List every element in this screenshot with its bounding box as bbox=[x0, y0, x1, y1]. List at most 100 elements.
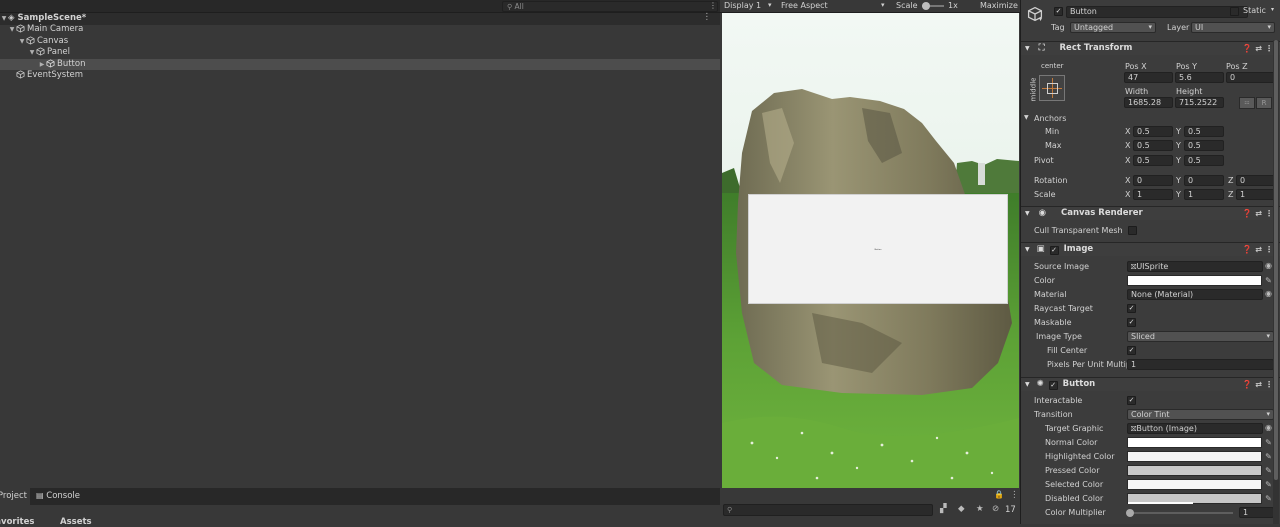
scale-y-field[interactable]: 1 bbox=[1184, 189, 1224, 200]
pivot-y-field[interactable]: 0.5 bbox=[1184, 155, 1224, 166]
eyedropper-icon[interactable]: ✎ bbox=[1264, 465, 1273, 476]
raycast-target-checkbox[interactable]: ✓ bbox=[1127, 304, 1136, 313]
eyedropper-icon[interactable]: ✎ bbox=[1264, 479, 1273, 490]
canvas-renderer-header[interactable]: ▼ ◉ Canvas Renderer ❓⇄⋮ bbox=[1021, 206, 1280, 220]
target-graphic-field[interactable]: ⛝Button (Image) bbox=[1127, 423, 1263, 434]
expand-arrow-icon[interactable]: ▼ bbox=[28, 47, 36, 59]
object-picker-icon[interactable]: ◉ bbox=[1265, 262, 1272, 270]
image-enabled-checkbox[interactable]: ✓ bbox=[1049, 246, 1059, 255]
height-field[interactable]: 715.2522 bbox=[1175, 97, 1224, 108]
object-picker-icon[interactable]: ◉ bbox=[1265, 424, 1272, 432]
cull-transparent-mesh-checkbox[interactable] bbox=[1128, 226, 1137, 235]
source-image-field[interactable]: ⛝UISprite bbox=[1127, 261, 1263, 272]
image-header[interactable]: ▼ ▣ ✓ Image ❓⇄⋮ bbox=[1021, 242, 1280, 256]
inspector-scrollbar[interactable] bbox=[1273, 40, 1279, 524]
hierarchy-item-button[interactable]: ▶ Button bbox=[0, 58, 720, 71]
blueprint-mode-button[interactable]: ⚏ bbox=[1239, 97, 1255, 109]
button-enabled-checkbox[interactable]: ✓ bbox=[1048, 381, 1058, 390]
pressed-color-swatch[interactable] bbox=[1127, 465, 1262, 476]
expand-arrow-icon[interactable]: ▼ bbox=[8, 24, 16, 36]
rotation-x-field[interactable]: 0 bbox=[1133, 175, 1173, 186]
help-icon[interactable]: ❓ bbox=[1242, 380, 1255, 389]
hierarchy-search-input[interactable]: ⚲ All bbox=[502, 1, 718, 12]
pivot-x-field[interactable]: 0.5 bbox=[1133, 155, 1173, 166]
anchor-max-x-field[interactable]: 0.5 bbox=[1133, 140, 1173, 151]
hierarchy-item-canvas[interactable]: ▼ Canvas bbox=[0, 36, 720, 48]
rotation-y-field[interactable]: 0 bbox=[1184, 175, 1224, 186]
foldout-arrow-icon[interactable]: ▼ bbox=[1025, 46, 1030, 52]
hierarchy-item-main-camera[interactable]: ▼ Main Camera bbox=[0, 24, 720, 36]
eyedropper-icon[interactable]: ✎ bbox=[1264, 275, 1273, 286]
color-multiplier-slider[interactable] bbox=[1126, 509, 1233, 517]
image-type-dropdown[interactable]: Sliced bbox=[1127, 331, 1274, 342]
eyedropper-icon[interactable]: ✎ bbox=[1264, 437, 1273, 448]
help-icon[interactable]: ❓ bbox=[1242, 44, 1255, 53]
anchor-max-y-field[interactable]: 0.5 bbox=[1184, 140, 1224, 151]
button-component-header[interactable]: ▼ ✺ ✓ Button ❓⇄⋮ bbox=[1021, 377, 1280, 391]
rect-transform-header[interactable]: ▼ ⛶ Rect Transform ❓⇄⋮ bbox=[1021, 41, 1280, 55]
normal-color-swatch[interactable] bbox=[1127, 437, 1262, 448]
lock-icon[interactable]: 🔒 bbox=[994, 491, 1004, 499]
scale-slider[interactable] bbox=[922, 2, 944, 10]
layer-dropdown[interactable]: UI bbox=[1191, 22, 1275, 33]
assets-section[interactable]: Assets bbox=[60, 517, 92, 527]
expand-arrow-icon[interactable]: ▼ bbox=[18, 36, 26, 48]
preset-icon[interactable]: ⇄ bbox=[1255, 44, 1265, 53]
hierarchy-item-eventsystem[interactable]: EventSystem bbox=[0, 70, 720, 82]
favorite-star-icon[interactable]: ★ bbox=[976, 505, 984, 514]
hierarchy-scene-row[interactable]: ▼ ◈ SampleScene* ⋮ bbox=[0, 13, 720, 25]
help-icon[interactable]: ❓ bbox=[1242, 209, 1255, 218]
dropdown-arrow-icon[interactable]: ▾ bbox=[1271, 7, 1274, 13]
tag-dropdown[interactable]: Untagged bbox=[1070, 22, 1156, 33]
foldout-arrow-icon[interactable]: ▼ bbox=[1025, 382, 1030, 388]
tab-console[interactable]: ▤ Console bbox=[36, 491, 80, 501]
scale-slider-handle[interactable] bbox=[922, 2, 930, 10]
anchor-min-x-field[interactable]: 0.5 bbox=[1133, 126, 1173, 137]
ppu-field[interactable]: 1 bbox=[1127, 359, 1274, 370]
ui-button[interactable]: Button bbox=[748, 194, 1008, 304]
more-menu-icon[interactable]: ⋮ bbox=[709, 2, 717, 10]
expand-arrow-icon[interactable]: ▼ bbox=[0, 13, 8, 25]
material-field[interactable]: None (Material) bbox=[1127, 289, 1263, 300]
pos-z-field[interactable]: 0 bbox=[1226, 72, 1275, 83]
object-name-field[interactable]: Button bbox=[1066, 6, 1248, 18]
color-multiplier-field[interactable]: 1 bbox=[1239, 507, 1274, 518]
tab-project[interactable]: Project bbox=[0, 488, 30, 505]
interactable-checkbox[interactable]: ✓ bbox=[1127, 396, 1136, 405]
foldout-arrow-icon[interactable]: ▼ bbox=[1025, 211, 1030, 217]
scene-menu-icon[interactable]: ⋮ bbox=[703, 13, 712, 22]
scale-z-field[interactable]: 1 bbox=[1236, 189, 1275, 200]
game-view[interactable]: Button bbox=[722, 13, 1019, 488]
slider-handle[interactable] bbox=[1126, 509, 1134, 517]
active-checkbox[interactable]: ✓ bbox=[1054, 7, 1063, 16]
raw-edit-button[interactable]: R bbox=[1256, 97, 1272, 109]
hidden-packages-icon[interactable]: ⊘ bbox=[992, 505, 999, 514]
display-dropdown[interactable]: Display 1 bbox=[724, 1, 761, 10]
search-by-type-icon[interactable]: ▞ bbox=[940, 505, 947, 514]
maximize-toggle[interactable]: Maximize bbox=[980, 1, 1018, 10]
scrollbar-thumb[interactable] bbox=[1274, 40, 1278, 480]
label-icon[interactable]: ◆ bbox=[958, 505, 965, 514]
highlighted-color-swatch[interactable] bbox=[1127, 451, 1262, 462]
foldout-arrow-icon[interactable]: ▼ bbox=[1025, 247, 1030, 253]
disabled-color-swatch[interactable] bbox=[1127, 493, 1262, 504]
hierarchy-item-panel[interactable]: ▼ Panel bbox=[0, 47, 720, 59]
favorites-section[interactable]: Favorites bbox=[0, 517, 34, 527]
collapse-arrow-icon[interactable]: ▶ bbox=[38, 59, 46, 71]
project-search-input[interactable]: ⚲ bbox=[723, 504, 933, 516]
anchor-presets-button[interactable] bbox=[1039, 75, 1065, 101]
rotation-z-field[interactable]: 0 bbox=[1236, 175, 1275, 186]
fill-center-checkbox[interactable]: ✓ bbox=[1127, 346, 1136, 355]
pos-x-field[interactable]: 47 bbox=[1124, 72, 1173, 83]
scale-x-field[interactable]: 1 bbox=[1133, 189, 1173, 200]
maskable-checkbox[interactable]: ✓ bbox=[1127, 318, 1136, 327]
foldout-arrow-icon[interactable]: ▼ bbox=[1024, 115, 1029, 121]
preset-icon[interactable]: ⇄ bbox=[1255, 209, 1265, 218]
static-checkbox[interactable] bbox=[1230, 7, 1239, 16]
anchor-min-y-field[interactable]: 0.5 bbox=[1184, 126, 1224, 137]
selected-color-swatch[interactable] bbox=[1127, 479, 1262, 490]
more-menu-icon[interactable]: ⋮ bbox=[1010, 491, 1019, 500]
eyedropper-icon[interactable]: ✎ bbox=[1264, 493, 1273, 504]
pos-y-field[interactable]: 5.6 bbox=[1175, 72, 1224, 83]
help-icon[interactable]: ❓ bbox=[1242, 245, 1255, 254]
